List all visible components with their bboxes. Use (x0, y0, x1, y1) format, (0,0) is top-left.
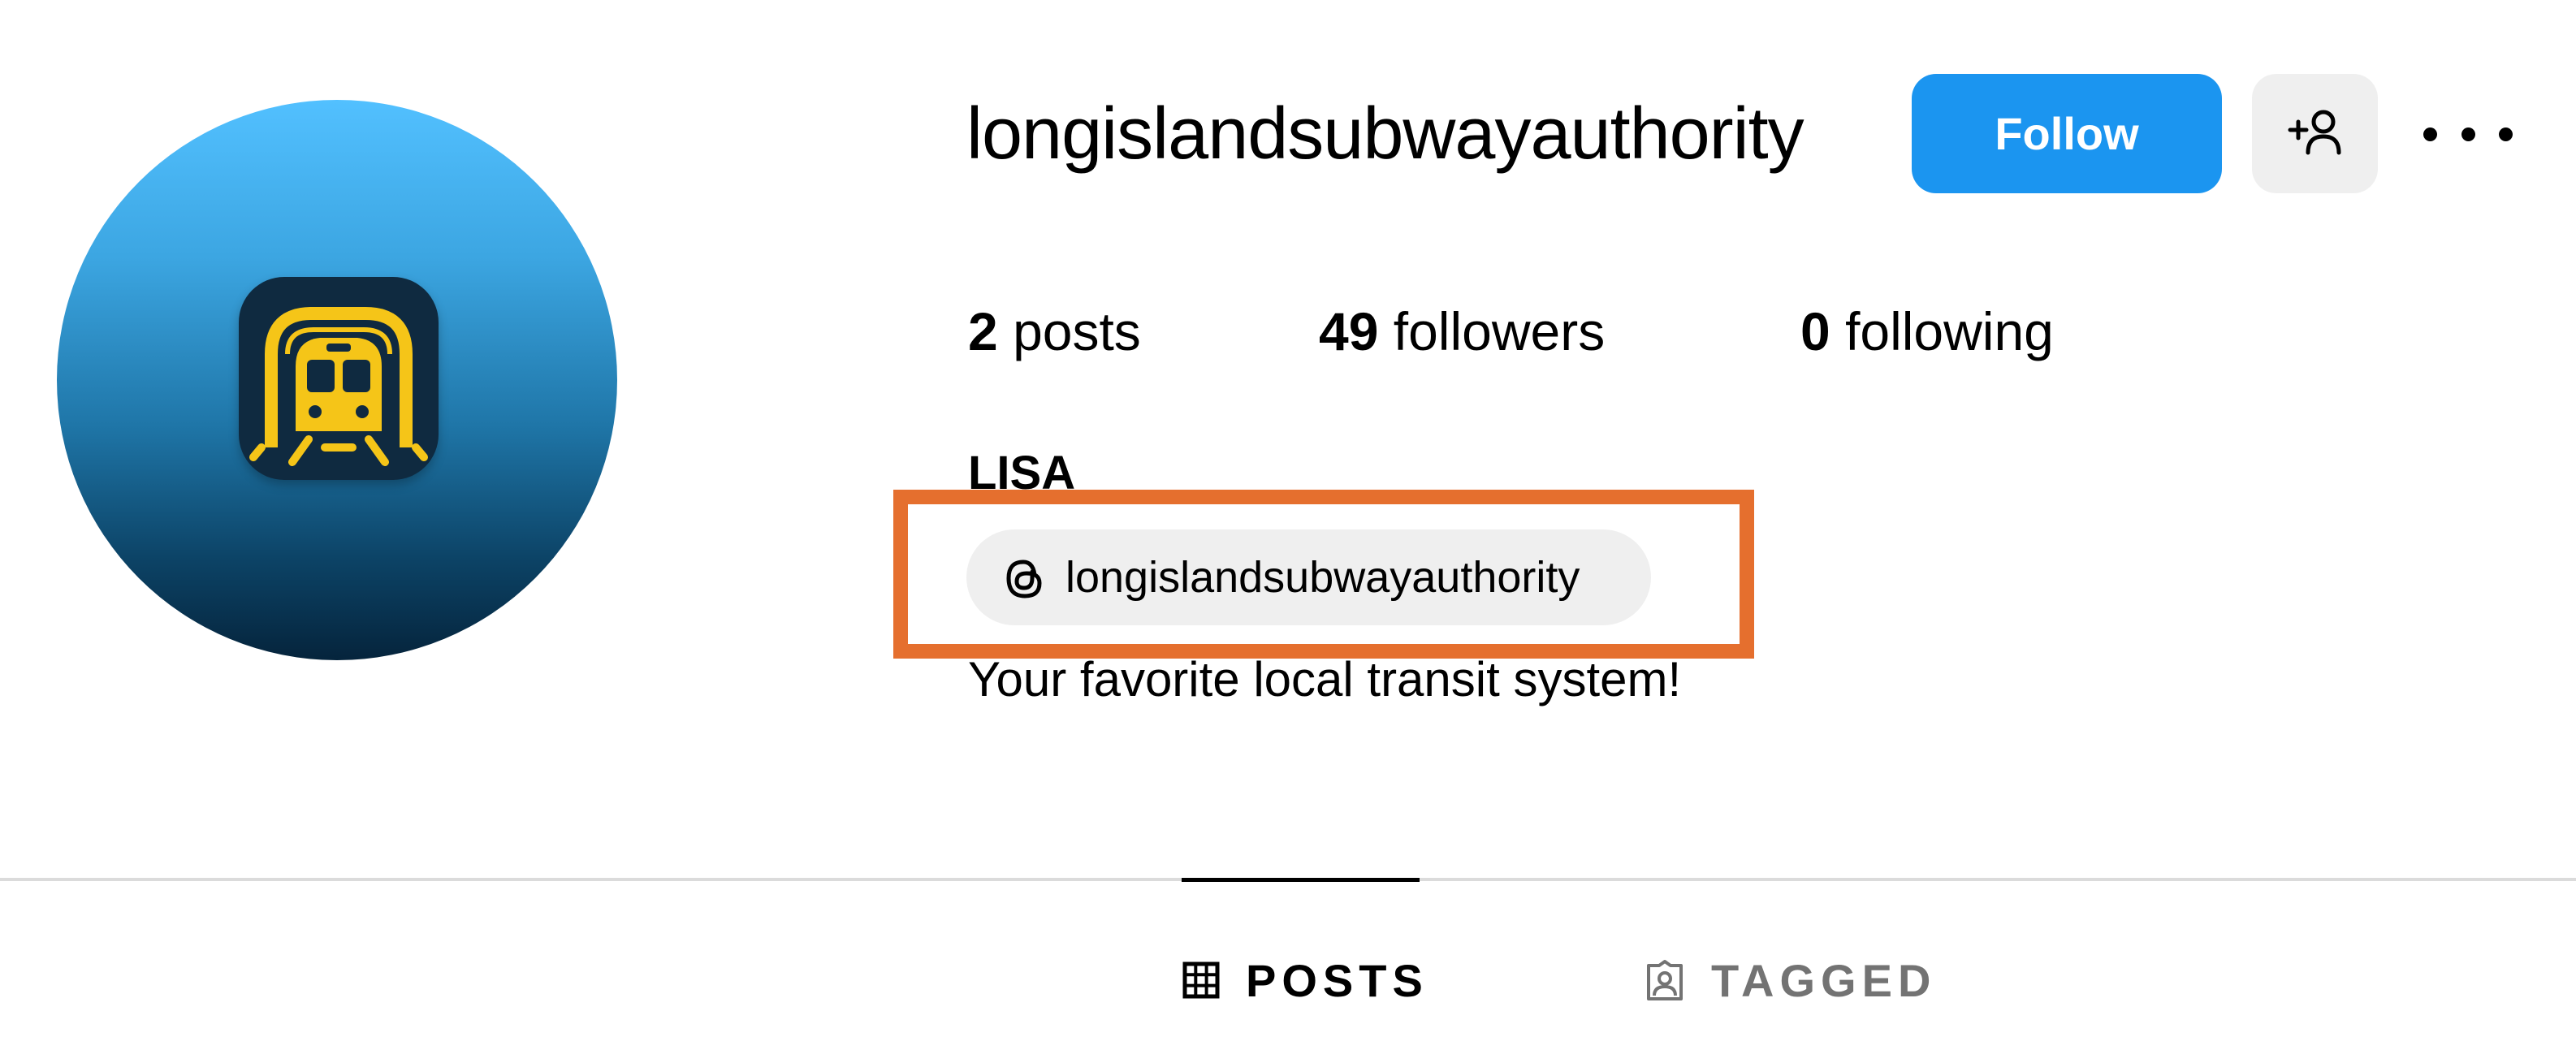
active-tab-indicator (1182, 878, 1420, 882)
followers-count[interactable]: 49 followers (1319, 299, 1605, 364)
more-options-dot (2499, 127, 2513, 141)
posts-count: 2 posts (968, 299, 1141, 364)
following-count[interactable]: 0 following (1800, 299, 2054, 364)
more-options-button[interactable] (2423, 114, 2513, 154)
tab-posts-label: POSTS (1246, 954, 1428, 1006)
tagged-icon (1647, 960, 1683, 1000)
followers-count-label: followers (1393, 301, 1606, 361)
more-options-dot (2461, 127, 2475, 141)
following-count-value: 0 (1800, 301, 1830, 361)
subway-train-icon (239, 277, 439, 480)
more-options-icon (2423, 127, 2437, 141)
profile-bio: Your favorite local transit system! (968, 652, 1682, 706)
followers-count-value: 49 (1319, 301, 1379, 361)
tab-tagged-label: TAGGED (1711, 954, 1937, 1006)
following-count-label: following (1845, 301, 2054, 361)
tab-tagged[interactable]: TAGGED (1645, 952, 1936, 1009)
posts-count-label: posts (1013, 301, 1141, 361)
highlight-annotation-box (893, 490, 1754, 659)
grid-icon (1182, 961, 1220, 999)
add-user-button[interactable] (2252, 74, 2378, 193)
follow-button[interactable]: Follow (1912, 74, 2222, 193)
add-user-icon (2287, 107, 2344, 160)
tab-posts[interactable]: POSTS (1182, 952, 1428, 1009)
profile-avatar[interactable] (57, 100, 617, 660)
profile-username: longislandsubwayauthority (966, 93, 1804, 175)
posts-count-value: 2 (968, 301, 998, 361)
